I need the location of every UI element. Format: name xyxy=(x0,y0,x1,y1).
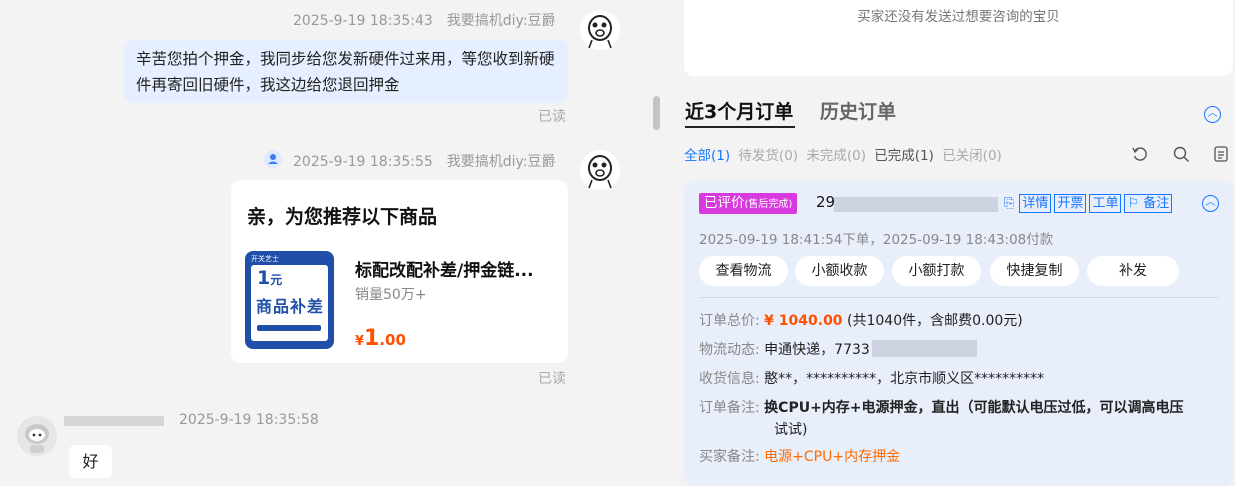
message-time: 2025-9-19 18:35:55 xyxy=(293,154,433,170)
filter-completed[interactable]: 已完成(1) xyxy=(874,148,934,164)
seller-note-row: 订单备注: 换CPU+内存+电源押金，直出（可能默认电压过低，可以调高电压 xyxy=(699,400,1184,416)
pane-divider xyxy=(660,0,680,486)
message-bubble: 辛苦您拍个押金，我同步给您发新硬件过来用，等您收到新硬件再寄回旧硬件，我这边给您… xyxy=(124,40,568,103)
tab-history-orders[interactable]: 历史订单 xyxy=(820,97,896,124)
seller-avatar[interactable] xyxy=(580,10,620,50)
message-bubble: 好 xyxy=(69,445,112,478)
thumbnail-title: 商品补差 xyxy=(256,297,325,316)
thumbnail-amount: 1元 xyxy=(257,267,283,289)
redacted-buyer-name xyxy=(64,416,164,426)
thumbnail-panel: 1元 商品补差 xyxy=(251,265,328,341)
read-receipt: 已读 xyxy=(538,371,566,387)
note-link[interactable]: ⚐ 备注 xyxy=(1124,194,1173,213)
message-time: 2025-9-19 18:35:43 xyxy=(293,13,433,29)
filter-closed[interactable]: 已关闭(0) xyxy=(942,148,1002,164)
inquiry-empty-text: 买家还没有发送过想要咨询的宝贝 xyxy=(857,9,1060,25)
chevron-up-icon[interactable]: ︿ xyxy=(1204,106,1221,123)
chevron-up-icon[interactable]: ︿ xyxy=(1202,195,1219,212)
tab-active-underline xyxy=(685,126,795,128)
refresh-icon[interactable] xyxy=(1132,146,1148,162)
cartoon-face-icon xyxy=(588,155,612,189)
details-link[interactable]: 详情 xyxy=(1019,194,1052,213)
order-card: 已评价(售后完成) 29 ⎘ 详情 开票 工单 ⚐ 备注 ︿ 2025-09-1… xyxy=(684,181,1233,486)
read-receipt: 已读 xyxy=(538,109,566,125)
seller-note-row-continued: 试试) xyxy=(774,422,808,438)
filter-incomplete[interactable]: 未完成(0) xyxy=(806,148,866,164)
copy-icon[interactable]: ⎘ xyxy=(1004,194,1014,213)
thumbnail-strip xyxy=(257,325,321,331)
message-time: 2025-9-19 18:35:58 xyxy=(179,412,319,428)
reissue-button[interactable]: 补发 xyxy=(1087,256,1179,286)
order-pane: 买家还没有发送过想要咨询的宝贝 近3个月订单 历史订单 ︿ 全部(1) 待发货(… xyxy=(680,0,1235,486)
card-title: 亲，为您推荐以下商品 xyxy=(247,206,438,228)
tab-recent-orders[interactable]: 近3个月订单 xyxy=(685,97,793,124)
message-sender: 我要搞机diy:豆爵 xyxy=(446,154,556,170)
view-logistics-button[interactable]: 查看物流 xyxy=(699,256,788,286)
small-collect-button[interactable]: 小额收款 xyxy=(795,256,884,286)
order-number: 29 xyxy=(816,193,836,211)
cartoon-face-icon xyxy=(588,15,612,49)
chat-pane: 2025-9-19 18:35:43 我要搞机diy:豆爵 辛苦您拍个押金，我同步… xyxy=(0,0,660,486)
filter-all[interactable]: 全部(1) xyxy=(684,148,730,164)
divider xyxy=(699,297,1219,298)
small-pay-button[interactable]: 小额打款 xyxy=(892,256,981,286)
message-sender: 我要搞机diy:豆爵 xyxy=(446,13,556,29)
redacted-order-number xyxy=(834,197,998,212)
receiver-row: 收货信息: 憨**，**********，北京市顺义区********** xyxy=(699,371,1045,387)
redacted-tracking-number xyxy=(872,340,977,357)
quick-copy-button[interactable]: 快捷复制 xyxy=(990,256,1079,286)
product-thumbnail[interactable]: 开关艺士 1元 商品补差 xyxy=(245,251,334,349)
message-meta: 2025-9-19 18:35:43 我要搞机diy:豆爵 xyxy=(293,10,556,30)
order-link-row: ⎘ 详情 开票 工单 ⚐ 备注 xyxy=(1004,194,1173,213)
message-meta: 2025-9-19 18:35:55 我要搞机diy:豆爵 xyxy=(293,151,556,171)
buyer-note-row: 买家备注: 电源+CPU+内存押金 xyxy=(699,449,901,465)
buyer-avatar[interactable] xyxy=(17,416,57,456)
product-recommendation-card[interactable]: 亲，为您推荐以下商品 开关艺士 1元 商品补差 标配改配补差/押金链... 销量… xyxy=(231,180,568,363)
invoice-link[interactable]: 开票 xyxy=(1054,194,1087,213)
chat-scrollbar[interactable] xyxy=(653,96,660,130)
status-badge: 已评价(售后完成) xyxy=(699,193,798,214)
search-icon[interactable] xyxy=(1173,146,1190,163)
note-icon[interactable] xyxy=(1214,146,1228,162)
inquiry-card: 买家还没有发送过想要咨询的宝贝 xyxy=(684,0,1233,76)
order-filter-bar: 全部(1) 待发货(0) 未完成(0) 已完成(1) 已关闭(0) xyxy=(684,144,1006,164)
robot-assistant-icon xyxy=(264,150,282,168)
order-total-row: 订单总价: ¥ 1040.00 (共1040件，含邮费0.00元) xyxy=(699,313,1023,329)
filter-pending-ship[interactable]: 待发货(0) xyxy=(738,148,798,164)
product-price: ¥1.00 xyxy=(355,326,406,351)
seller-avatar[interactable] xyxy=(580,150,620,190)
product-sales: 销量50万+ xyxy=(355,287,427,303)
order-time: 2025-09-19 18:41:54下单，2025-09-19 18:43:0… xyxy=(699,232,1054,248)
logistics-row: 物流动态: 申通快递，7733 xyxy=(699,342,870,358)
thumbnail-brand: 开关艺士 xyxy=(251,255,279,263)
astronaut-avatar-icon xyxy=(17,416,57,456)
ticket-link[interactable]: 工单 xyxy=(1089,194,1122,213)
product-name[interactable]: 标配改配补差/押金链... xyxy=(355,256,534,281)
